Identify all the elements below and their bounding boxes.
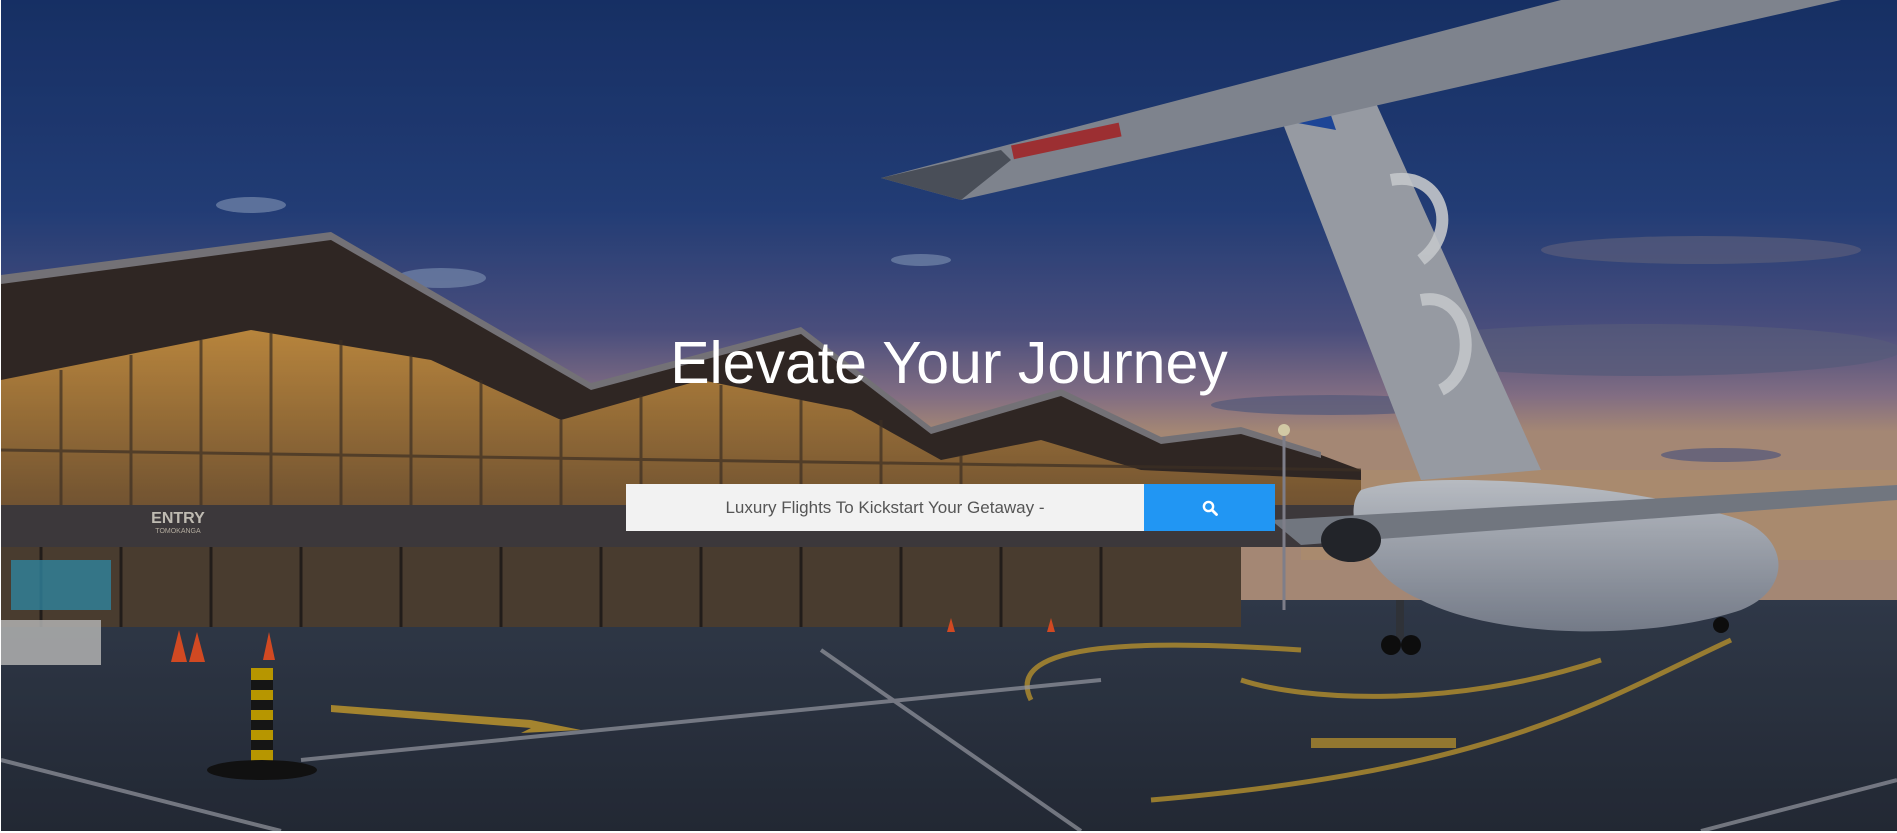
hero-title: Elevate Your Journey xyxy=(670,330,1228,396)
search-bar xyxy=(626,484,1275,531)
search-icon xyxy=(1202,500,1218,516)
hero-dim-overlay xyxy=(1,0,1897,831)
search-button[interactable] xyxy=(1144,484,1275,531)
search-input[interactable] xyxy=(626,484,1144,531)
hero-section: ENTRY TOMOKANGA Elevate Your Journey Lux… xyxy=(1,0,1897,831)
